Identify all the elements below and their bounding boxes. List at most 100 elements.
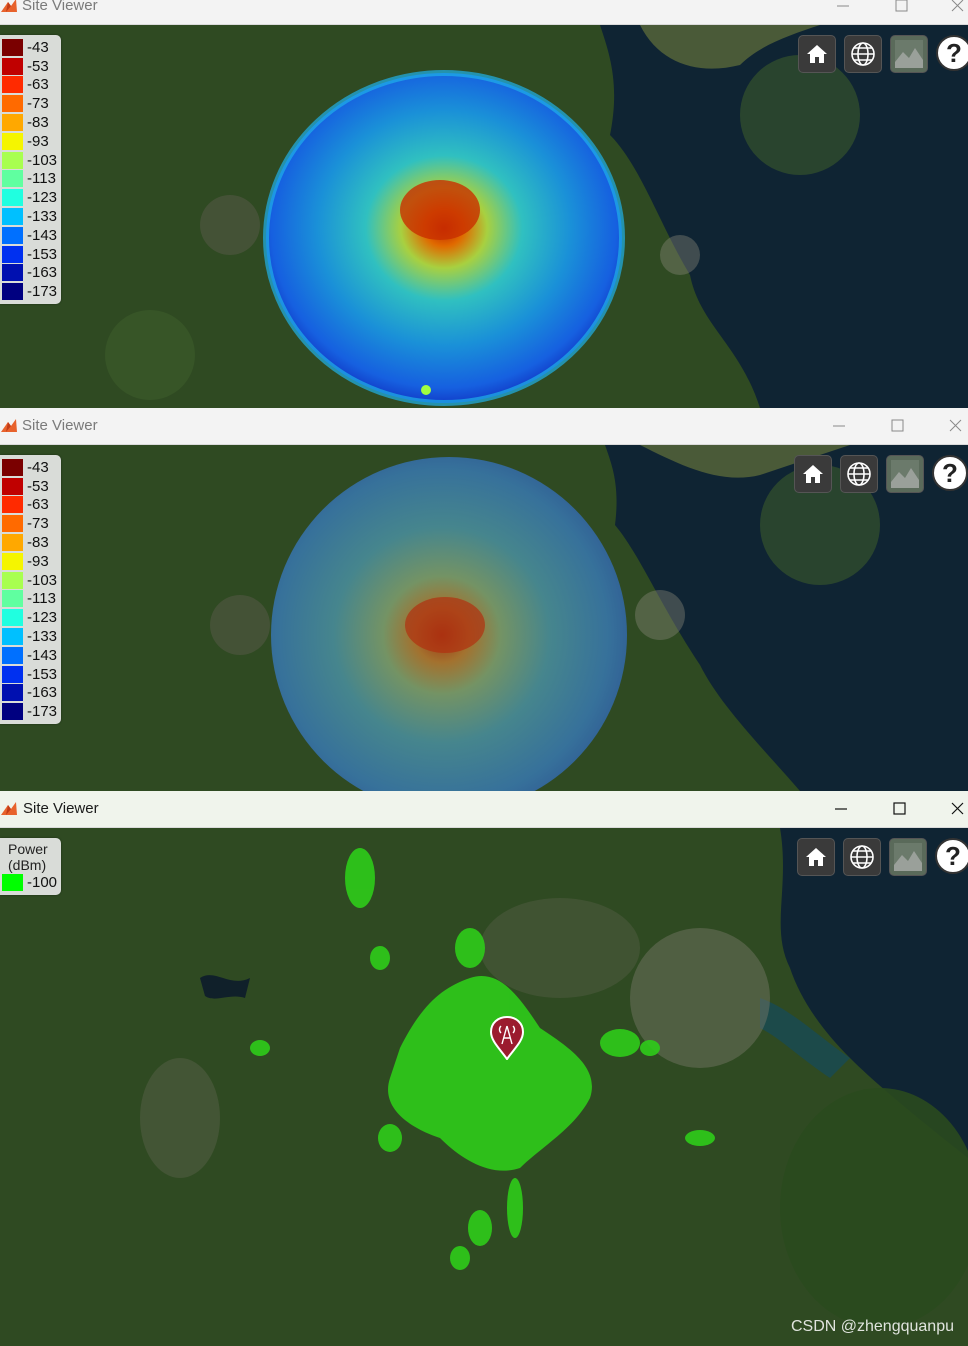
legend-label: -103: [27, 571, 58, 589]
legend-swatch: [2, 628, 23, 646]
matlab-icon: [1, 419, 17, 432]
legend-label: -63: [27, 496, 49, 514]
legend-entry: -173: [2, 702, 57, 721]
legend-label: -53: [27, 477, 49, 495]
watermark: CSDN @zhengquanpu: [790, 1318, 954, 1335]
legend-title: Power: [8, 841, 48, 857]
legend-swatch: [2, 684, 23, 702]
legend-label: -73: [27, 515, 49, 533]
globe-button[interactable]: [840, 455, 878, 493]
satellite-basemap: [0, 828, 968, 1346]
legend-label: -163: [27, 264, 58, 282]
title-bar: Site Viewer: [0, 791, 968, 828]
legend-swatch: [2, 571, 23, 589]
legend-entry: -123: [2, 608, 57, 627]
legend-entry: -63: [2, 76, 57, 95]
legend-label: -133: [27, 208, 58, 226]
map-view[interactable]: -43 -53 -63 -73 -83 -93 -103 -113 -123 -…: [0, 25, 968, 408]
legend-label: -103: [27, 151, 58, 169]
legend-entry: -113: [2, 170, 57, 189]
basemap-picker-button[interactable]: [886, 455, 924, 493]
maximize-button[interactable]: [888, 0, 914, 18]
legend-label: -63: [27, 76, 49, 94]
legend-entry: -143: [2, 646, 57, 665]
legend-entry: -153: [2, 245, 57, 264]
legend-entry: -93: [2, 132, 57, 151]
maximize-button[interactable]: [886, 797, 912, 821]
minimize-button[interactable]: [830, 0, 856, 18]
globe-button[interactable]: [843, 838, 881, 876]
maximize-button[interactable]: [884, 414, 910, 438]
legend-swatch: [2, 515, 23, 533]
legend-swatch: [2, 95, 23, 113]
power-legend: Power (dBm) -100: [0, 838, 62, 895]
legend-label: -53: [27, 57, 49, 75]
satellite-basemap: [0, 445, 968, 791]
legend-entry: -143: [2, 226, 57, 245]
legend-label: -173: [27, 283, 58, 301]
help-button[interactable]: ?: [935, 838, 968, 874]
help-button[interactable]: ?: [932, 455, 968, 491]
legend-swatch: [2, 132, 23, 150]
help-icon: ?: [945, 841, 961, 871]
legend-label: -100: [27, 873, 58, 891]
legend-swatch: [2, 665, 23, 683]
legend-label: -133: [27, 628, 58, 646]
legend-swatch: [2, 151, 23, 169]
legend-swatch: [2, 76, 23, 94]
legend-entry: -53: [2, 57, 57, 76]
map-view[interactable]: -43 -53 -63 -73 -83 -93 -103 -113 -123 -…: [0, 445, 968, 791]
legend-label: -143: [27, 226, 58, 244]
basemap-picker-button[interactable]: [889, 838, 927, 876]
legend-swatch: [2, 189, 23, 207]
close-button[interactable]: [944, 797, 968, 821]
globe-button[interactable]: [844, 35, 882, 73]
legend-entry: -83: [2, 533, 57, 552]
home-button[interactable]: [798, 35, 836, 73]
legend-entry: -63: [2, 496, 57, 515]
legend-label: -83: [27, 114, 49, 132]
map-view[interactable]: Power (dBm) -100 ? CSDN @zhengquanpu: [0, 828, 968, 1346]
legend-label: -43: [27, 458, 49, 476]
legend-label: -73: [27, 95, 49, 113]
close-button[interactable]: [942, 414, 968, 438]
map-toolbar: ?: [798, 35, 968, 73]
transmitter-site-marker[interactable]: [490, 1016, 524, 1060]
basemap-icon: [891, 460, 919, 488]
home-icon: [803, 465, 823, 483]
legend-swatch: [2, 264, 23, 282]
close-button[interactable]: [944, 0, 968, 18]
legend-entry: -163: [2, 264, 57, 283]
legend-entry: -103: [2, 571, 57, 590]
help-button[interactable]: ?: [936, 35, 968, 71]
map-toolbar: ?: [794, 455, 968, 493]
home-button[interactable]: [794, 455, 832, 493]
legend-entry: -133: [2, 207, 57, 226]
legend-swatch: [2, 114, 23, 132]
legend-label: -43: [27, 38, 49, 56]
legend-label: -123: [27, 609, 58, 627]
globe-icon: [850, 845, 874, 869]
home-button[interactable]: [797, 838, 835, 876]
legend-swatch: [2, 245, 23, 263]
home-icon: [807, 45, 827, 63]
legend-entry: -100: [2, 873, 57, 892]
legend-label: -143: [27, 646, 58, 664]
legend-label: -163: [27, 684, 58, 702]
legend-swatch: [2, 534, 23, 552]
legend-entry: -163: [2, 684, 57, 703]
home-icon: [806, 848, 826, 866]
legend-swatch: [2, 458, 23, 476]
legend-label: -113: [27, 590, 56, 608]
signal-strength-legend: -43 -53 -63 -73 -83 -93 -103 -113 -123 -…: [0, 455, 62, 725]
legend-entry: -83: [2, 113, 57, 132]
minimize-button[interactable]: [826, 414, 852, 438]
legend-label: -83: [27, 534, 49, 552]
minimize-button[interactable]: [828, 797, 854, 821]
legend-swatch: [2, 38, 23, 56]
basemap-picker-button[interactable]: [890, 35, 928, 73]
site-viewer-window-2: Site Viewer -43 -53 -63 -73 -83 -93 -103…: [0, 408, 968, 791]
legend-label: -93: [27, 552, 49, 570]
legend-swatch: [2, 609, 23, 627]
window-title: Site Viewer: [23, 800, 99, 817]
